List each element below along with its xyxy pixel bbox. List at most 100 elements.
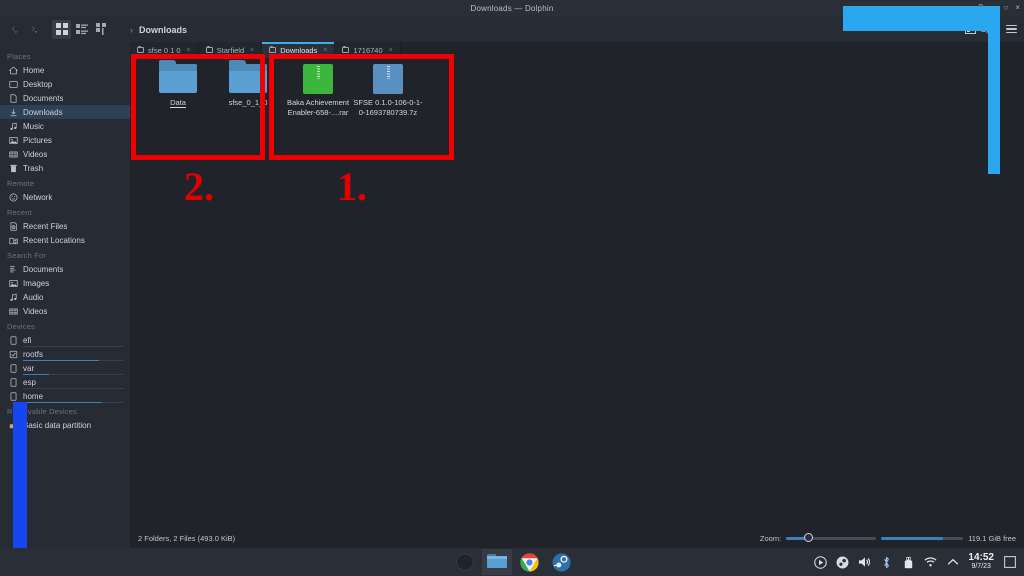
file-item[interactable]: SFSE 0.1.0-106-0-1-0-1693780739.7z <box>352 64 424 118</box>
taskbar-clock[interactable]: 14:52 9/7/23 <box>968 553 994 571</box>
disk-icon <box>9 392 18 401</box>
columns-icon <box>96 23 108 35</box>
chrome-icon[interactable] <box>514 549 544 575</box>
drag-overlay-right <box>988 6 1000 174</box>
sidebar-item-audio[interactable]: Audio <box>0 290 130 304</box>
kde-menu-icon[interactable] <box>450 549 480 575</box>
sidebar-item-recent-files[interactable]: Recent Files <box>0 219 130 233</box>
tab-bar[interactable]: sfse 0 1 0×Starfield×Downloads×1716740× <box>130 42 1024 58</box>
zoom-slider[interactable] <box>786 537 876 540</box>
sidebar-item-music[interactable]: Music <box>0 119 130 133</box>
trash-icon <box>9 164 18 173</box>
media-player-icon[interactable] <box>814 556 827 569</box>
sidebar-item-trash[interactable]: Trash <box>0 161 130 175</box>
video-icon <box>9 150 18 159</box>
recent-files-icon <box>9 222 18 231</box>
sidebar-group-title: Remote <box>0 175 130 190</box>
back-button[interactable]: ‹▾ <box>6 20 24 38</box>
tab-starfield[interactable]: Starfield × <box>199 42 263 58</box>
bluetooth-icon[interactable] <box>880 556 893 569</box>
sidebar-item-documents[interactable]: Documents <box>0 262 130 276</box>
recent-files-icon <box>9 222 18 231</box>
sidebar-item-efi[interactable]: efi <box>0 333 130 347</box>
tab-close-icon[interactable]: × <box>187 47 191 54</box>
sidebar-item-pictures[interactable]: Pictures <box>0 133 130 147</box>
taskbar-launchers <box>450 549 576 575</box>
sidebar-item-label: Videos <box>23 150 47 159</box>
view-icons-button[interactable] <box>52 20 71 39</box>
video-icon <box>9 150 18 159</box>
steam-tray-icon[interactable] <box>836 556 849 569</box>
sidebar-item-documents[interactable]: Documents <box>0 91 130 105</box>
desktop-icon <box>9 80 18 89</box>
maximize-button[interactable]: ○ <box>1003 4 1008 12</box>
tab-downloads[interactable]: Downloads× <box>262 42 335 58</box>
file-label[interactable]: sfse_0_1_0 <box>212 98 284 108</box>
tab-sfse-0-1-0[interactable]: sfse 0 1 0× <box>130 42 199 58</box>
steam-icon[interactable] <box>546 549 576 575</box>
desktop-screen: Downloads — Dolphin ? ⌄ ○ × ‹▾ ›▾ <box>0 0 1024 576</box>
sidebar-item-label: Desktop <box>23 80 52 89</box>
sidebar-item-recent-locations[interactable]: Recent Locations <box>0 233 130 247</box>
disk-checked-icon <box>9 350 18 359</box>
sidebar-group-title: Recent <box>0 204 130 219</box>
search-documents-icon <box>9 265 18 274</box>
view-compact-button[interactable] <box>92 20 111 39</box>
tab-1716740[interactable]: 1716740 × <box>335 42 400 58</box>
sidebar-item-label: Recent Files <box>23 222 67 231</box>
tab-close-icon[interactable]: × <box>323 47 327 54</box>
sidebar-item-desktop[interactable]: Desktop <box>0 77 130 91</box>
file-item[interactable]: sfse_0_1_0 <box>212 64 284 108</box>
show-desktop-icon[interactable] <box>1003 556 1016 569</box>
sidebar-item-home[interactable]: Home <box>0 63 130 77</box>
sidebar-item-var[interactable]: var <box>0 361 130 375</box>
file-item[interactable]: Data <box>142 64 214 108</box>
sidebar-item-images[interactable]: Images <box>0 276 130 290</box>
sidebar-item-label: rootfs <box>23 350 43 359</box>
file-label[interactable]: Baka Achievement Enabler-658-....rar <box>282 98 354 118</box>
sidebar-item-home[interactable]: home <box>0 389 130 403</box>
file-label[interactable]: SFSE 0.1.0-106-0-1-0-1693780739.7z <box>352 98 424 118</box>
tab-close-icon[interactable]: × <box>389 47 393 54</box>
tray-expand-icon[interactable] <box>946 556 959 569</box>
folder-tab-icon <box>137 47 144 53</box>
sidebar-group-title: Devices <box>0 318 130 333</box>
document-icon <box>9 94 18 103</box>
file-item[interactable]: Baka Achievement Enabler-658-....rar <box>282 64 354 118</box>
sidebar-item-network[interactable]: Network <box>0 190 130 204</box>
sidebar-item-videos[interactable]: Videos <box>0 147 130 161</box>
search-videos-icon <box>9 307 18 316</box>
file-view[interactable]: Datasfse_0_1_0Baka Achievement Enabler-6… <box>130 58 1024 528</box>
folder-tab-icon <box>206 47 213 53</box>
tab-label: 1716740 <box>353 46 382 55</box>
view-details-button[interactable] <box>72 20 91 39</box>
tab-close-icon[interactable]: × <box>250 47 254 54</box>
search-images-icon <box>9 279 18 288</box>
taskbar[interactable]: 14:52 9/7/23 <box>0 548 1024 576</box>
wifi-icon[interactable] <box>924 556 937 569</box>
sidebar-item-videos[interactable]: Videos <box>0 304 130 318</box>
sevenz-archive-icon <box>373 64 403 94</box>
breadcrumb[interactable]: › Downloads <box>130 20 187 40</box>
sidebar-item-label: Home <box>23 66 44 75</box>
hamburger-menu-icon[interactable] <box>1006 25 1017 34</box>
rar-archive-icon <box>303 64 333 94</box>
sidebar-item-esp[interactable]: esp <box>0 375 130 389</box>
tab-label: Starfield <box>217 46 245 55</box>
sidebar-item-downloads[interactable]: Downloads <box>0 105 130 119</box>
usb-icon[interactable] <box>902 556 915 569</box>
breadcrumb-chevron-icon: › <box>130 25 133 35</box>
file-label[interactable]: Data <box>142 98 214 108</box>
breadcrumb-current[interactable]: Downloads <box>139 25 187 35</box>
sidebar-item-rootfs[interactable]: rootfs <box>0 347 130 361</box>
file-manager-icon[interactable] <box>482 549 512 575</box>
volume-icon[interactable] <box>858 556 871 569</box>
sidebar-item-label: Images <box>23 279 49 288</box>
close-button[interactable]: × <box>1015 4 1020 12</box>
sidebar-item-label: Recent Locations <box>23 236 85 245</box>
zoom-slider-handle[interactable] <box>804 533 813 542</box>
sidebar-item-label: Videos <box>23 307 47 316</box>
forward-button[interactable]: ›▾ <box>26 20 44 38</box>
disk-icon <box>9 336 18 345</box>
network-icon <box>9 193 18 202</box>
